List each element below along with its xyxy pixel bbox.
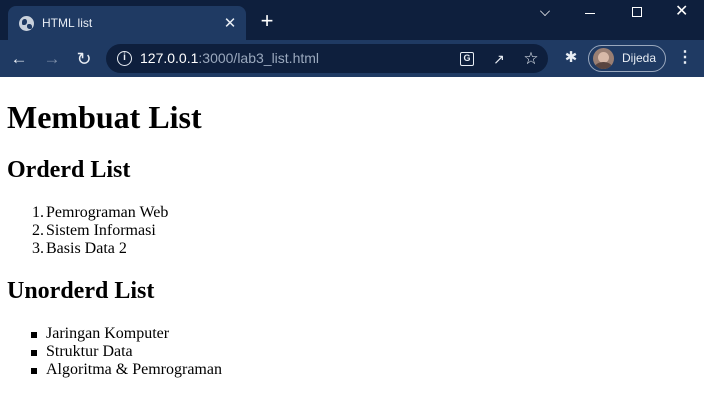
maximize-icon bbox=[632, 7, 642, 17]
close-icon: ✕ bbox=[675, 3, 689, 20]
translate-icon[interactable]: G bbox=[458, 50, 476, 68]
profile-button[interactable]: Dijeda bbox=[588, 45, 666, 72]
url-text[interactable]: 127.0.0.1:3000/lab3_list.html bbox=[140, 50, 319, 67]
kebab-menu-icon[interactable]: ⋮ bbox=[676, 48, 694, 68]
list-item: 1. Pemrograman Web bbox=[32, 204, 169, 222]
square-bullet-icon bbox=[31, 350, 37, 356]
list-item-label: Jaringan Komputer bbox=[46, 325, 170, 342]
url-host: 127.0.0.1 bbox=[140, 50, 199, 66]
list-item-label: Basis Data 2 bbox=[46, 240, 127, 257]
list-item-label: Algoritma & Pemrograman bbox=[46, 361, 222, 378]
minimize-icon bbox=[585, 13, 595, 14]
maximize-button[interactable] bbox=[612, 0, 658, 28]
profile-name: Dijeda bbox=[622, 51, 657, 65]
unordered-list-heading: Unorderd List bbox=[7, 278, 155, 304]
unordered-list: Jaringan Komputer Struktur Data Algoritm… bbox=[31, 325, 222, 379]
bookmark-star-icon[interactable]: ☆ bbox=[522, 50, 540, 68]
site-info-icon[interactable]: i bbox=[117, 51, 132, 66]
globe-icon bbox=[19, 16, 34, 31]
url-path: :3000/lab3_list.html bbox=[198, 50, 320, 66]
share-icon[interactable]: ↗ bbox=[490, 50, 508, 68]
tab-search-chevron-icon[interactable] bbox=[540, 6, 550, 16]
browser-tab[interactable]: HTML list ✕ bbox=[8, 6, 246, 40]
close-window-button[interactable]: ✕ bbox=[658, 0, 704, 28]
back-arrow-icon[interactable]: ← bbox=[8, 48, 30, 70]
forward-arrow-icon[interactable]: → bbox=[41, 48, 63, 70]
list-item: Jaringan Komputer bbox=[31, 325, 222, 343]
extensions-puzzle-icon[interactable]: ✱ bbox=[562, 49, 580, 67]
browser-titlebar: HTML list ✕ + ✕ bbox=[0, 0, 704, 40]
list-item: 3. Basis Data 2 bbox=[32, 240, 168, 258]
page-content: Membuat List Orderd List 1. Pemrograman W… bbox=[0, 77, 704, 414]
square-bullet-icon bbox=[31, 332, 37, 338]
minimize-button[interactable] bbox=[566, 0, 612, 28]
ordered-list-heading: Orderd List bbox=[7, 157, 131, 183]
close-tab-icon[interactable]: ✕ bbox=[222, 16, 238, 32]
browser-toolbar: ← → ↻ i 127.0.0.1:3000/lab3_list.html G … bbox=[0, 40, 704, 77]
address-bar[interactable]: i 127.0.0.1:3000/lab3_list.html G ↗ ☆ bbox=[106, 44, 548, 73]
reload-icon[interactable]: ↻ bbox=[73, 48, 95, 70]
new-tab-button[interactable]: + bbox=[258, 10, 276, 32]
list-number: 2. bbox=[32, 222, 44, 239]
list-item: Algoritma & Pemrograman bbox=[31, 361, 222, 379]
list-item: Struktur Data bbox=[31, 343, 222, 361]
list-item-label: Pemrograman Web bbox=[46, 204, 169, 221]
list-item-label: Sistem Informasi bbox=[46, 222, 156, 239]
tab-title: HTML list bbox=[42, 16, 93, 30]
ordered-list: 1. Pemrograman Web 2. Sistem Informasi 3. B… bbox=[32, 204, 169, 258]
list-item-label: Struktur Data bbox=[46, 343, 133, 360]
list-number: 3. bbox=[32, 240, 44, 257]
avatar bbox=[593, 48, 614, 69]
page-title: Membuat List bbox=[7, 99, 202, 135]
list-number: 1. bbox=[32, 204, 44, 221]
square-bullet-icon bbox=[31, 368, 37, 374]
list-item: 2. Sistem Informasi bbox=[32, 222, 168, 240]
